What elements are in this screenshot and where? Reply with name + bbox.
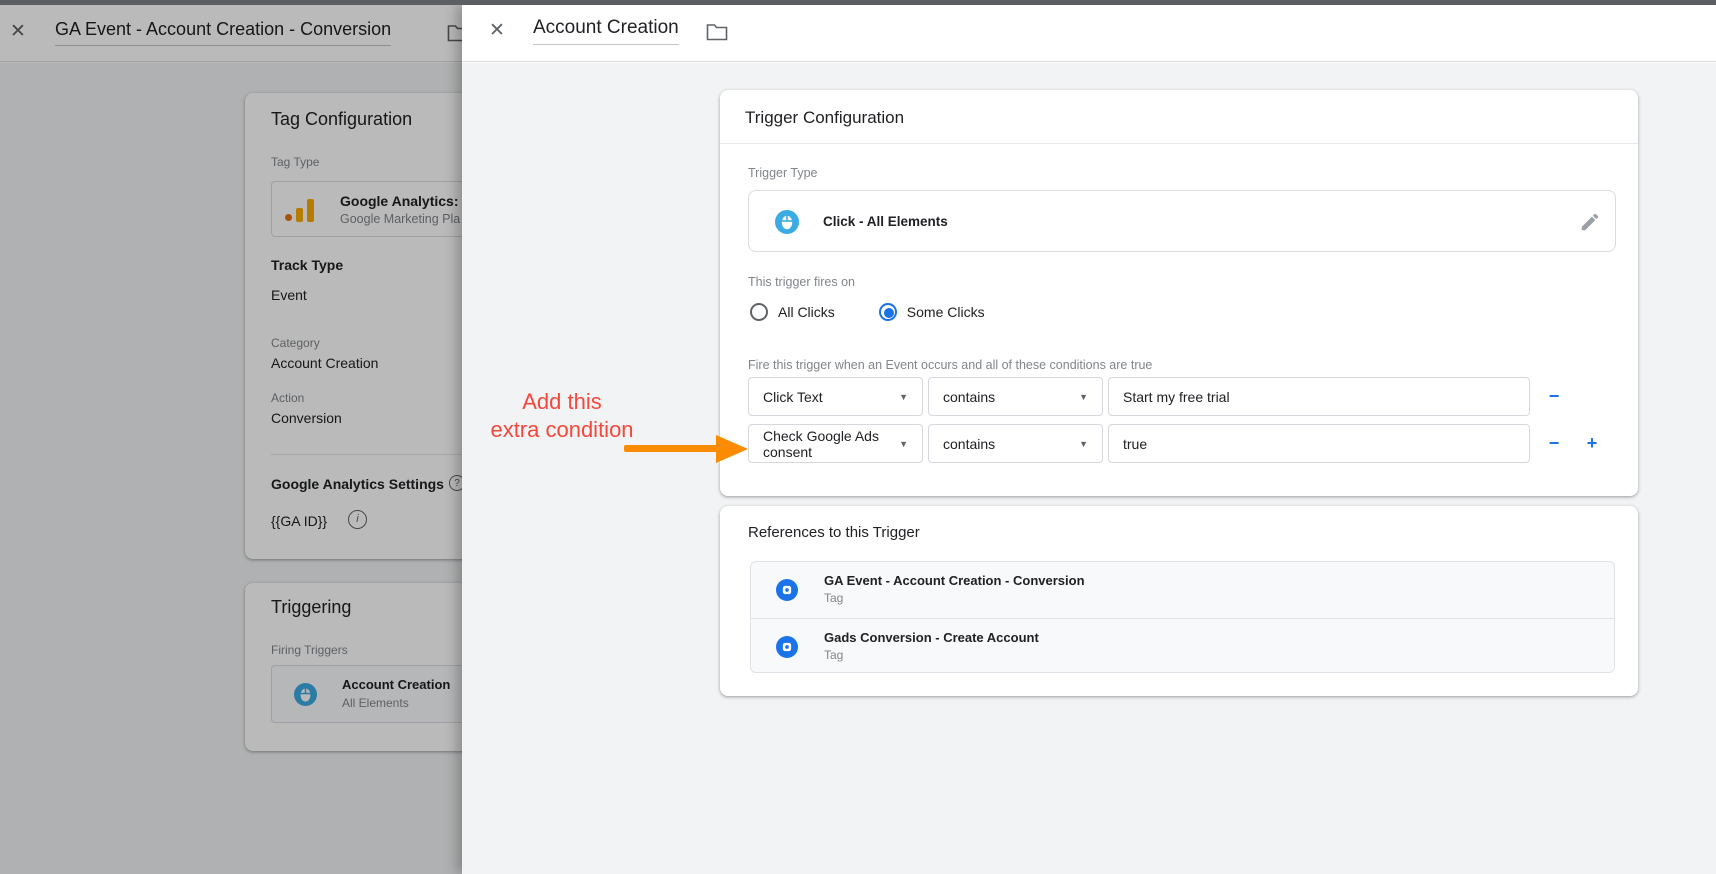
reference-type: Tag [824, 591, 843, 605]
condition-variable-select[interactable]: Check Google Ads consent ▼ [748, 424, 923, 463]
annotation-line1: Add this [472, 388, 652, 416]
references-card: References to this Trigger GA Event - Ac… [720, 506, 1638, 696]
condition-variable-select[interactable]: Click Text ▼ [748, 377, 923, 416]
radio-some-clicks[interactable] [879, 303, 897, 321]
remove-condition-button[interactable]: − [1543, 385, 1565, 407]
tag-icon [776, 636, 798, 658]
condition-value-input[interactable]: Start my free trial [1108, 377, 1530, 416]
radio-some-clicks-label[interactable]: Some Clicks [907, 304, 985, 320]
fires-on-label: This trigger fires on [748, 275, 855, 289]
trigger-panel: ✕ Account Creation Trigger Configuration… [462, 5, 1716, 874]
tag-icon [776, 579, 798, 601]
condition-value-text: Start my free trial [1123, 389, 1230, 405]
condition-row: Check Google Ads consent ▼ contains ▼ tr… [720, 424, 1638, 463]
folder-icon[interactable] [706, 23, 728, 41]
click-trigger-icon [775, 210, 799, 234]
close-icon[interactable]: ✕ [489, 21, 505, 40]
chevron-down-icon: ▼ [1079, 439, 1088, 449]
modal-dim-overlay [0, 63, 462, 874]
trigger-config-title: Trigger Configuration [745, 108, 904, 128]
conditions-label: Fire this trigger when an Event occurs a… [748, 358, 1152, 372]
top-window-strip [0, 0, 1716, 5]
annotation-arrow-head-icon [716, 435, 748, 463]
edit-pencil-icon[interactable] [1579, 211, 1601, 233]
trigger-type-label: Trigger Type [748, 166, 817, 180]
reference-row[interactable]: Gads Conversion - Create Account Tag [751, 618, 1614, 673]
references-title: References to this Trigger [748, 524, 920, 541]
card-header: Trigger Configuration [720, 90, 1638, 144]
condition-variable-value: Click Text [763, 389, 823, 405]
condition-value-text: true [1123, 436, 1147, 452]
condition-row: Click Text ▼ contains ▼ Start my free tr… [720, 377, 1638, 416]
reference-type: Tag [824, 648, 843, 662]
modal-dim-overlay-header [0, 5, 462, 63]
chevron-down-icon: ▼ [899, 392, 908, 402]
radio-all-clicks-label[interactable]: All Clicks [778, 304, 835, 320]
condition-operator-value: contains [943, 389, 995, 405]
condition-operator-value: contains [943, 436, 995, 452]
add-condition-button[interactable]: + [1581, 432, 1603, 454]
condition-operator-select[interactable]: contains ▼ [928, 424, 1103, 463]
trigger-type-box[interactable]: Click - All Elements [748, 190, 1616, 252]
chevron-down-icon: ▼ [1079, 392, 1088, 402]
reference-name: Gads Conversion - Create Account [824, 630, 1039, 645]
reference-row[interactable]: GA Event - Account Creation - Conversion… [751, 562, 1614, 618]
radio-all-clicks[interactable] [750, 303, 768, 321]
background-body: Tag Configuration Tag Type Google Analyt… [0, 63, 462, 874]
trigger-title[interactable]: Account Creation [533, 17, 679, 45]
trigger-panel-header: ✕ Account Creation [462, 5, 1716, 62]
trigger-type-value: Click - All Elements [823, 191, 948, 251]
references-list: GA Event - Account Creation - Conversion… [750, 561, 1615, 673]
annotation-line2: extra condition [472, 416, 652, 444]
remove-condition-button[interactable]: − [1543, 432, 1565, 454]
trigger-panel-body: Trigger Configuration Trigger Type Click… [462, 63, 1716, 874]
fires-on-radio-group: All Clicks Some Clicks [750, 300, 985, 324]
reference-name: GA Event - Account Creation - Conversion [824, 573, 1085, 588]
annotation-text: Add this extra condition [472, 388, 652, 444]
chevron-down-icon: ▼ [899, 439, 908, 449]
condition-operator-select[interactable]: contains ▼ [928, 377, 1103, 416]
condition-value-input[interactable]: true [1108, 424, 1530, 463]
background-tag-editor: ✕ GA Event - Account Creation - Conversi… [0, 5, 462, 874]
condition-variable-value: Check Google Ads consent [763, 428, 891, 460]
trigger-configuration-card: Trigger Configuration Trigger Type Click… [720, 90, 1638, 496]
annotation-arrow-line [624, 445, 719, 452]
